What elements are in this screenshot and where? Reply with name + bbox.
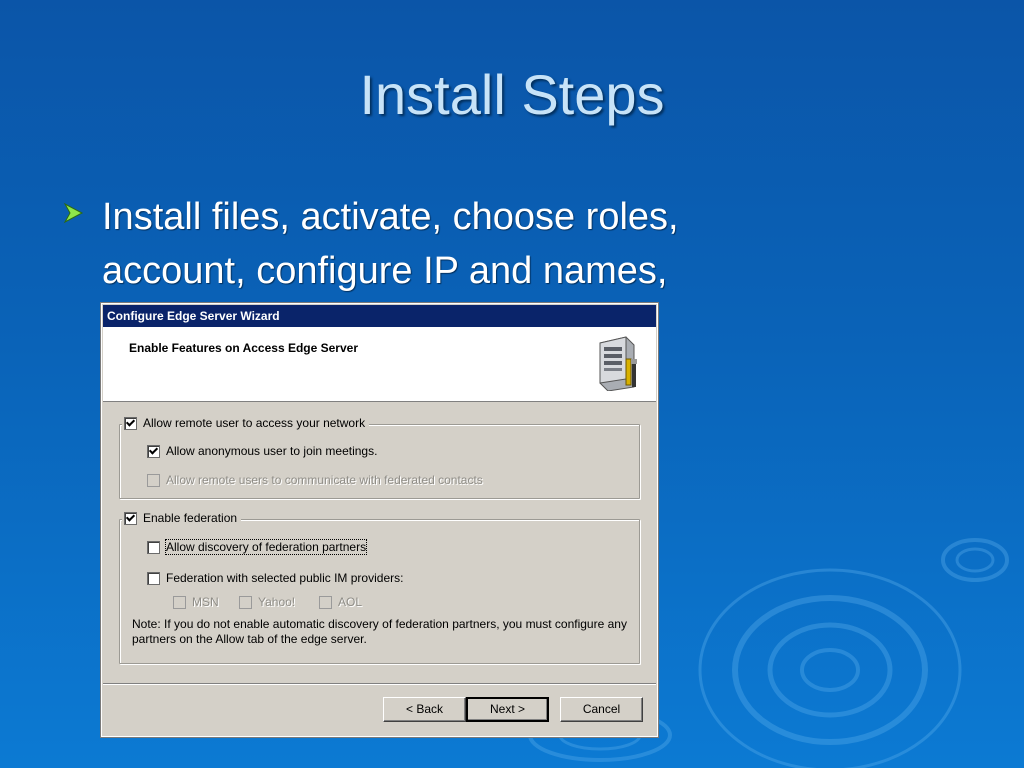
checkbox-disabled-icon	[319, 595, 332, 609]
allow-remote-access-label: Allow remote user to access your network	[143, 416, 366, 430]
checkbox-disabled-icon	[173, 595, 186, 609]
wizard-page-title: Enable Features on Access Edge Server	[129, 341, 358, 355]
next-button[interactable]: Next >	[466, 697, 549, 722]
footer-divider	[103, 683, 656, 685]
provider-msn-checkbox: MSN	[173, 595, 219, 609]
cancel-button[interactable]: Cancel	[560, 697, 643, 722]
arrow-bullet-icon	[63, 202, 84, 224]
checkbox-disabled-icon	[147, 473, 160, 487]
slide-title: Install Steps	[359, 63, 665, 126]
checkbox-checked-icon	[124, 416, 137, 430]
remote-access-group: Allow remote user to access your network…	[119, 416, 640, 499]
public-im-federation-checkbox[interactable]: Federation with selected public IM provi…	[147, 571, 403, 585]
bullet-text: Install files, activate, choose roles, a…	[102, 196, 679, 292]
allow-anonymous-label: Allow anonymous user to join meetings.	[166, 444, 378, 458]
allow-federated-contacts-label: Allow remote users to communicate with f…	[166, 473, 483, 487]
allow-anonymous-checkbox[interactable]: Allow anonymous user to join meetings.	[147, 444, 377, 458]
provider-yahoo-label: Yahoo!	[258, 595, 296, 609]
server-tools-icon	[599, 336, 637, 391]
checkbox-checked-icon	[124, 511, 137, 525]
provider-msn-label: MSN	[192, 595, 219, 609]
provider-aol-label: AOL	[338, 595, 363, 609]
provider-yahoo-checkbox: Yahoo!	[239, 595, 295, 609]
enable-federation-label: Enable federation	[143, 511, 238, 525]
allow-federated-contacts-checkbox: Allow remote users to communicate with f…	[147, 473, 483, 487]
allow-discovery-checkbox[interactable]: Allow discovery of federation partners	[147, 539, 368, 555]
back-button[interactable]: < Back	[383, 697, 466, 722]
checkbox-unchecked-icon	[147, 571, 160, 585]
checkbox-unchecked-icon	[147, 540, 160, 554]
provider-aol-checkbox: AOL	[319, 595, 362, 609]
allow-remote-access-checkbox[interactable]: Allow remote user to access your network	[122, 416, 370, 430]
federation-note: Note: If you do not enable automatic dis…	[132, 617, 627, 646]
enable-federation-checkbox[interactable]: Enable federation	[122, 511, 242, 525]
checkbox-checked-icon	[147, 444, 160, 458]
wizard-header: Enable Features on Access Edge Server	[103, 327, 656, 402]
wizard-dialog: Configure Edge Server Wizard Enable Feat…	[101, 303, 658, 737]
federation-group: Enable federation Allow discovery of fed…	[119, 511, 640, 664]
public-im-federation-label: Federation with selected public IM provi…	[166, 571, 404, 585]
allow-discovery-label: Allow discovery of federation partners	[164, 539, 368, 555]
checkbox-disabled-icon	[239, 595, 252, 609]
dialog-title-bar[interactable]: Configure Edge Server Wizard	[103, 305, 656, 327]
